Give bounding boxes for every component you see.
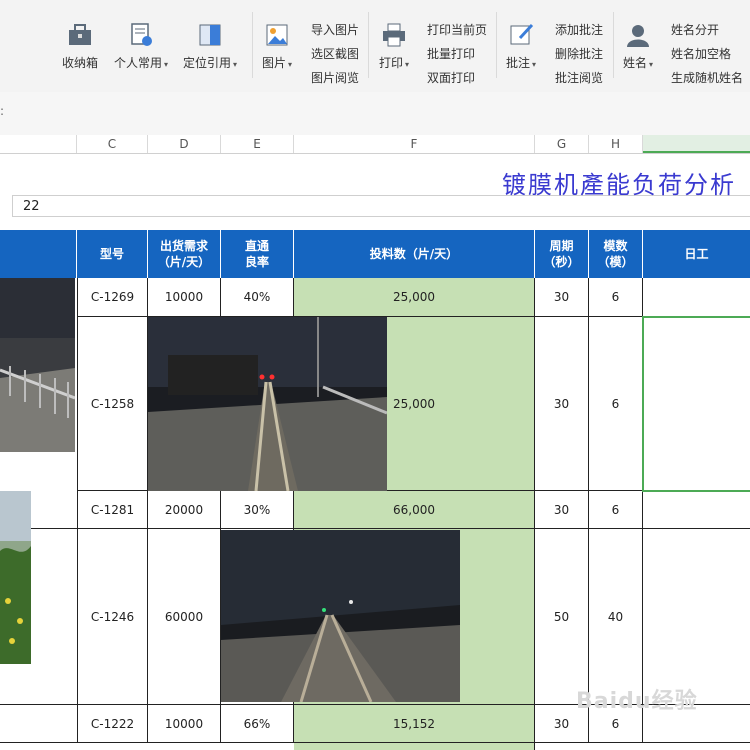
chevron-down-icon: ▾ xyxy=(233,60,238,69)
column-header-h[interactable]: H xyxy=(589,135,643,153)
random-name-button[interactable]: 生成随机姓名 xyxy=(671,69,743,86)
baidu-watermark: Baidu经验 xyxy=(576,689,698,714)
header-mold: 模数 （模） xyxy=(589,230,643,278)
table-cell[interactable]: 66,000 xyxy=(294,491,535,529)
picture-preview-button[interactable]: 图片阅览 xyxy=(311,69,359,86)
column-header-e[interactable]: E xyxy=(221,135,294,153)
formula-bar: : 22 xyxy=(0,92,750,217)
chevron-down-icon: ▾ xyxy=(649,60,654,69)
toolbox-icon xyxy=(67,22,93,48)
ribbon-tab-strip xyxy=(0,0,750,6)
table-cell[interactable]: 6 xyxy=(589,491,643,529)
table-cell[interactable]: 15,152 xyxy=(294,705,535,743)
header-daily: 日工 xyxy=(643,230,750,278)
table-cell[interactable]: 40% xyxy=(221,278,294,317)
chevron-down-icon: ▾ xyxy=(164,60,169,69)
table-cell[interactable]: 30 xyxy=(535,278,589,317)
table-cell[interactable]: 20000 xyxy=(148,491,221,529)
comment-button[interactable]: 批注 ▾ xyxy=(506,18,536,71)
table-cell[interactable]: 6 xyxy=(589,317,643,491)
spreadsheet-grid: 镀膜机產能负荷分析 型号 出货需求 （片/天） 直通 良率 投料数（片/天） 周… xyxy=(0,153,750,750)
table-cell[interactable]: 60000 xyxy=(148,529,221,705)
column-header-f[interactable]: F xyxy=(294,135,535,153)
region-screenshot-button[interactable]: 选区截图 xyxy=(311,45,359,62)
column-header-c[interactable]: C xyxy=(77,135,148,153)
table-cell[interactable]: 30 xyxy=(535,491,589,529)
table-cell[interactable]: 10000 xyxy=(148,278,221,317)
column-header-i-selected[interactable] xyxy=(643,135,750,153)
header-feed: 投料数（片/天） xyxy=(294,230,535,278)
table-cell[interactable]: C-1258 xyxy=(77,317,148,491)
toolbox-button[interactable]: 收纳箱 xyxy=(62,18,98,71)
ribbon-toolbar: 收纳箱 个人常用 ▾ 定位引用 ▾ 图片 ▾ 导入图片 选区截图 图片阅览 打印 ▾ 打… xyxy=(0,0,750,93)
table-cell[interactable]: C-1269 xyxy=(77,278,148,317)
duplex-print-button[interactable]: 双面打印 xyxy=(427,69,475,86)
table-cell[interactable]: 10000 xyxy=(148,705,221,743)
railway-night-photo-2[interactable] xyxy=(148,317,387,491)
delete-comment-button[interactable]: 删除批注 xyxy=(555,45,603,62)
column-header-g[interactable]: G xyxy=(535,135,589,153)
column-header-d[interactable]: D xyxy=(148,135,221,153)
table-cell[interactable]: C-1281 xyxy=(77,491,148,529)
sheet-title: 镀膜机產能负荷分析 xyxy=(502,171,736,199)
printer-icon xyxy=(381,22,407,48)
name-add-space-button[interactable]: 姓名加空格 xyxy=(671,45,731,62)
column-header-blank xyxy=(0,135,77,153)
table-cell[interactable]: C-1222 xyxy=(77,705,148,743)
locate-reference-button[interactable]: 定位引用 ▾ xyxy=(183,18,237,71)
split-name-button[interactable]: 姓名分开 xyxy=(671,21,719,38)
name-button[interactable]: 姓名 ▾ xyxy=(623,18,653,71)
table-cell[interactable]: 40 xyxy=(589,529,643,705)
table-cell[interactable]: 6 xyxy=(589,278,643,317)
comment-icon xyxy=(508,22,534,48)
plant-photo[interactable] xyxy=(0,491,31,664)
railway-night-photo-1[interactable] xyxy=(0,278,75,452)
batch-print-button[interactable]: 批量打印 xyxy=(427,45,475,62)
column-header-bar: C D E F G H xyxy=(0,135,750,154)
table-cell[interactable] xyxy=(643,529,750,705)
locate-icon xyxy=(197,22,223,48)
table-cell[interactable] xyxy=(0,705,77,743)
header-yield: 直通 良率 xyxy=(221,230,294,278)
personal-icon xyxy=(128,22,154,48)
header-model: 型号 xyxy=(77,230,148,278)
table-cell[interactable]: 66% xyxy=(221,705,294,743)
formula-bar-edge: : xyxy=(0,104,5,118)
chevron-down-icon: ▾ xyxy=(405,60,410,69)
chevron-down-icon: ▾ xyxy=(532,60,537,69)
picture-button[interactable]: 图片 ▾ xyxy=(262,18,292,71)
chevron-down-icon: ▾ xyxy=(288,60,293,69)
picture-icon xyxy=(264,22,290,48)
header-demand: 出货需求 （片/天） xyxy=(148,230,221,278)
selected-cell-range[interactable] xyxy=(642,316,750,492)
print-current-page-button[interactable]: 打印当前页 xyxy=(427,21,487,38)
table-cell[interactable]: C-1246 xyxy=(77,529,148,705)
add-comment-button[interactable]: 添加批注 xyxy=(555,21,603,38)
table-cell[interactable]: 50 xyxy=(535,529,589,705)
railway-night-photo-3[interactable] xyxy=(221,530,460,702)
name-icon xyxy=(625,22,651,48)
header-image-col xyxy=(0,230,77,278)
comment-preview-button[interactable]: 批注阅览 xyxy=(555,69,603,86)
table-cell[interactable]: 30 xyxy=(535,317,589,491)
table-cell[interactable] xyxy=(643,278,750,317)
personal-common-button[interactable]: 个人常用 ▾ xyxy=(114,18,168,71)
import-picture-button[interactable]: 导入图片 xyxy=(311,21,359,38)
table-cell[interactable] xyxy=(643,491,750,529)
header-cycle: 周期 （秒） xyxy=(535,230,589,278)
print-button[interactable]: 打印 ▾ xyxy=(379,18,409,71)
table-cell[interactable]: 30% xyxy=(221,491,294,529)
table-cell[interactable]: 25,000 xyxy=(294,278,535,317)
table-cell[interactable] xyxy=(294,743,535,750)
